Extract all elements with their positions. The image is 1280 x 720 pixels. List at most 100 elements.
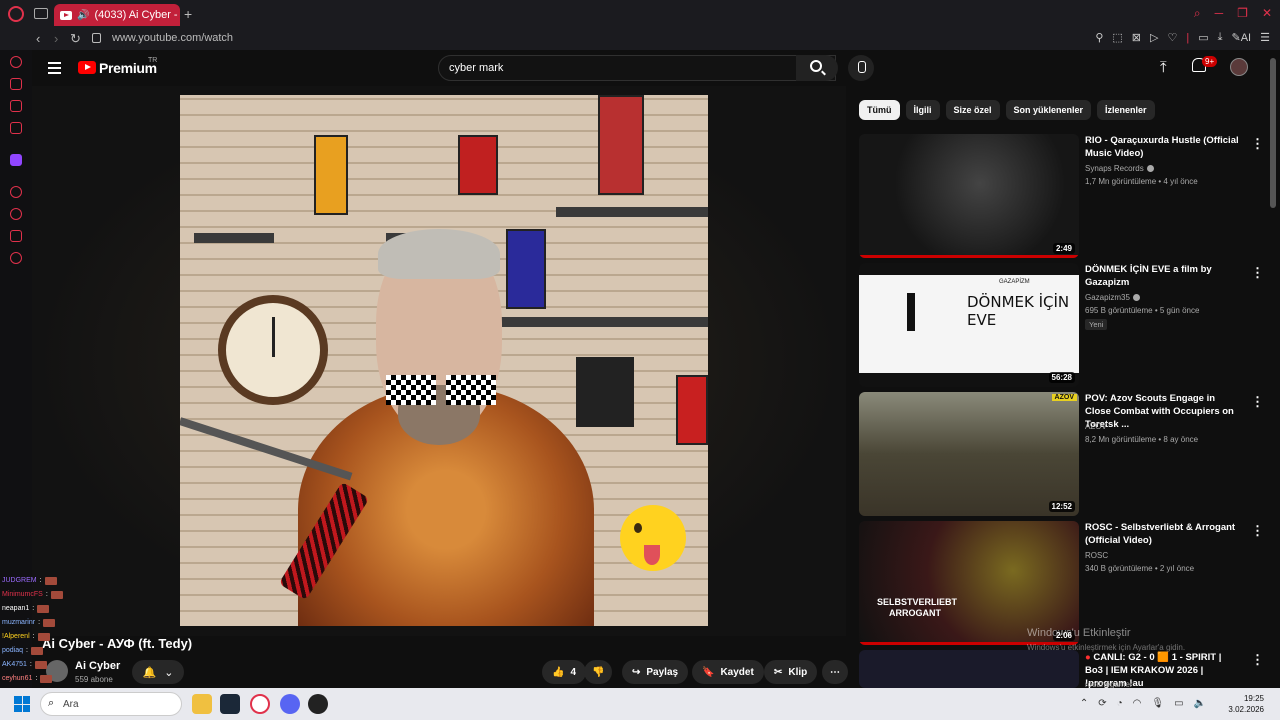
tab-manager-icon[interactable] bbox=[34, 8, 48, 19]
shelf bbox=[496, 317, 708, 327]
wifi-icon[interactable]: ◠ bbox=[1133, 698, 1142, 709]
chevron-up-icon[interactable]: ⌃ bbox=[1080, 698, 1088, 709]
search-input[interactable]: cyber mark bbox=[449, 62, 503, 74]
chat-line: AK4751: bbox=[2, 658, 92, 672]
app-icon[interactable] bbox=[308, 694, 328, 714]
wallet-icon[interactable]: ▭ bbox=[1198, 31, 1208, 44]
rec-channel[interactable]: Synaps Records bbox=[1085, 164, 1154, 173]
account-avatar[interactable] bbox=[1230, 58, 1248, 76]
video-thumbnail[interactable]: GAZAPİZM DÖNMEK İÇİN EVE 56:28 bbox=[859, 263, 1079, 387]
snapshot-icon[interactable]: ⬚ bbox=[1112, 31, 1122, 44]
minimize-icon[interactable]: ─ bbox=[1215, 6, 1224, 21]
settings-icon[interactable] bbox=[10, 252, 22, 264]
rec-channel[interactable]: ROSC bbox=[1085, 551, 1108, 560]
like-count: 4 bbox=[570, 666, 577, 678]
more-vert-icon[interactable]: ⋮ bbox=[1251, 265, 1264, 281]
extensions-icon[interactable] bbox=[10, 230, 22, 242]
discord-icon[interactable] bbox=[280, 694, 300, 714]
clip-label: Klip bbox=[788, 666, 808, 678]
dislike-button[interactable]: 👎 bbox=[584, 660, 613, 684]
video-player[interactable] bbox=[32, 86, 846, 636]
display-icon[interactable]: ▭ bbox=[1174, 698, 1183, 709]
chip-all[interactable]: Tümü bbox=[859, 100, 900, 120]
search-box[interactable]: cyber mark ✕ bbox=[438, 55, 836, 81]
browser-tab-active[interactable]: 🔊 (4033) Ai Cyber - АУФ bbox=[54, 4, 180, 26]
video-thumbnail[interactable] bbox=[859, 650, 1079, 688]
rec-title[interactable]: POV: Azov Scouts Engage in Close Combat … bbox=[1085, 392, 1241, 431]
search-tabs-icon[interactable]: ⌕ bbox=[1194, 6, 1201, 21]
more-vert-icon[interactable]: ⋮ bbox=[1251, 652, 1259, 668]
maximize-icon[interactable]: ❐ bbox=[1237, 6, 1248, 21]
pin-icon[interactable]: ⚲ bbox=[1095, 31, 1103, 44]
download-icon[interactable]: ⤓ bbox=[1218, 31, 1223, 44]
chip-watched[interactable]: İzlenenler bbox=[1097, 100, 1155, 120]
opera-gx-icon[interactable] bbox=[250, 694, 270, 714]
close-window-icon[interactable]: ✕ bbox=[1262, 6, 1272, 21]
news-icon[interactable] bbox=[10, 122, 22, 134]
back-icon[interactable]: ‹ bbox=[36, 31, 40, 46]
rec-title[interactable]: RIO - Qaraçuxurda Hustle (Official Music… bbox=[1085, 134, 1241, 160]
video-thumbnail[interactable]: AZOV 12:52 bbox=[859, 392, 1079, 516]
player-sidebar-icon[interactable] bbox=[10, 186, 22, 198]
voice-search-icon[interactable] bbox=[848, 55, 874, 81]
youtube-logo-icon[interactable] bbox=[78, 61, 96, 74]
volume-icon[interactable]: 🔈 bbox=[1194, 698, 1206, 709]
save-button[interactable]: 🔖 Kaydet bbox=[692, 660, 764, 684]
sunglass-lens bbox=[446, 375, 496, 405]
recommendation-item[interactable]: GAZAPİZM DÖNMEK İÇİN EVE 56:28 DÖNMEK İÇ… bbox=[859, 263, 1264, 387]
heart-icon[interactable]: ♡ bbox=[1167, 31, 1177, 44]
thumbs-up-icon: 👍 bbox=[552, 666, 565, 678]
aria-icon[interactable] bbox=[10, 56, 22, 68]
search-button[interactable] bbox=[796, 55, 838, 81]
video-frame[interactable] bbox=[180, 95, 708, 626]
windows-start-icon[interactable] bbox=[14, 696, 30, 712]
shop-icon[interactable] bbox=[10, 78, 22, 90]
rec-channel[interactable]: AZOV bbox=[1085, 422, 1107, 431]
sync-icon[interactable]: ⟳ bbox=[1098, 698, 1106, 709]
upload-icon[interactable]: ⤒ bbox=[1160, 59, 1167, 76]
forward-icon[interactable]: › bbox=[54, 31, 58, 46]
video-thumbnail[interactable]: 2:49 bbox=[859, 134, 1079, 258]
recommendation-item[interactable]: 2:49 RIO - Qaraçuxurda Hustle (Official … bbox=[859, 134, 1264, 258]
more-vert-icon[interactable]: ⋮ bbox=[1251, 394, 1264, 410]
like-button[interactable]: 👍 4 bbox=[542, 660, 587, 684]
speaker-icon[interactable]: 🔊 bbox=[77, 10, 89, 21]
mic-tray-icon[interactable]: 🎙 bbox=[1151, 698, 1164, 709]
chip-recent[interactable]: Son yüklenenler bbox=[1005, 100, 1092, 120]
network-icon[interactable]: ◔ bbox=[1117, 698, 1123, 709]
system-clock[interactable]: 19:25 3.02.2026 bbox=[1228, 693, 1264, 715]
page-scrollbar[interactable] bbox=[1270, 58, 1276, 208]
history-icon[interactable] bbox=[10, 208, 22, 220]
more-actions-button[interactable]: ⋯ bbox=[822, 660, 848, 684]
steam-icon[interactable] bbox=[220, 694, 240, 714]
chat-line: muzmarinr: bbox=[2, 616, 92, 630]
opera-logo-icon[interactable] bbox=[8, 6, 24, 22]
share-button[interactable]: ↪ Paylaş bbox=[622, 660, 689, 684]
aria-ai-icon[interactable]: ✎AI bbox=[1232, 31, 1252, 44]
thumbnail-big-text: DÖNMEK İÇİN EVE bbox=[967, 293, 1070, 329]
clip-button[interactable]: ✂ Klip bbox=[764, 660, 818, 684]
url-field[interactable]: www.youtube.com/watch bbox=[112, 32, 233, 44]
more-vert-icon[interactable]: ⋮ bbox=[1251, 136, 1264, 152]
rec-title[interactable]: ROSC - Selbstverliebt & Arrogant (Offici… bbox=[1085, 521, 1241, 547]
file-explorer-icon[interactable] bbox=[192, 694, 212, 714]
rec-channel[interactable]: Gazapizm35 bbox=[1085, 293, 1140, 302]
extension-icon[interactable]: ⊠ bbox=[1132, 31, 1141, 44]
recommendation-item[interactable]: AZOV 12:52 POV: Azov Scouts Engage in Cl… bbox=[859, 392, 1264, 516]
rec-title[interactable]: DÖNMEK İÇİN EVE a film by Gazapizm bbox=[1085, 263, 1241, 289]
subscribed-button[interactable]: 🔔 ⌄ bbox=[132, 660, 184, 684]
twitch-icon[interactable] bbox=[10, 154, 22, 166]
new-tab-plus-icon[interactable]: + bbox=[184, 6, 192, 22]
menu-icon[interactable]: ☰ bbox=[1260, 31, 1270, 44]
rec-channel[interactable]: rootthegamer bbox=[1085, 680, 1133, 688]
chip-related[interactable]: İlgili bbox=[905, 100, 940, 120]
messenger-icon[interactable] bbox=[10, 100, 22, 112]
hamburger-menu-icon[interactable] bbox=[48, 62, 61, 74]
recommendation-item[interactable]: ● CANLI: G2 - 0 🟧 1 - SPIRIT | Bo3 | IEM… bbox=[859, 650, 1259, 688]
chip-for-you[interactable]: Size özel bbox=[945, 100, 1000, 120]
reload-icon[interactable]: ↻ bbox=[70, 31, 81, 47]
player-icon[interactable]: ▷ bbox=[1150, 31, 1158, 44]
more-dots-icon: ⋯ bbox=[830, 666, 840, 678]
taskbar-search[interactable]: ⌕ Ara bbox=[40, 692, 182, 716]
more-vert-icon[interactable]: ⋮ bbox=[1251, 523, 1264, 539]
